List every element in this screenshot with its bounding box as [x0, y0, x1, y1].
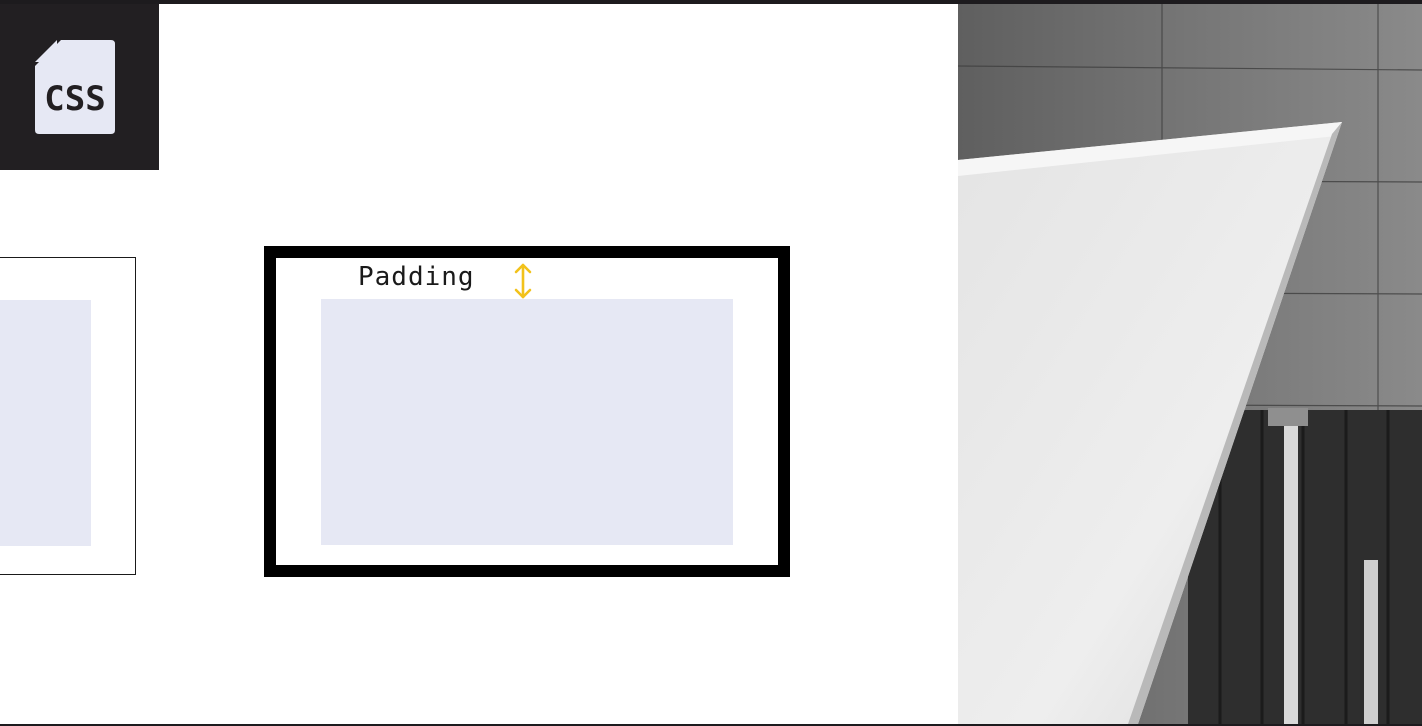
css-logo-tile: CSS	[0, 4, 159, 170]
css-file-icon: CSS	[35, 40, 115, 134]
stage: CSS Padding	[0, 0, 1422, 726]
content-box-left	[0, 257, 136, 575]
content-area-left	[0, 300, 91, 546]
vertical-double-arrow-icon	[514, 263, 532, 299]
content-area	[321, 299, 733, 545]
css-logo-text: CSS	[44, 79, 105, 119]
padding-label: Padding	[358, 262, 475, 292]
building-illustration	[958, 4, 1422, 724]
architecture-photo	[958, 4, 1422, 724]
slide: CSS Padding	[0, 4, 958, 724]
padding-box: Padding	[264, 246, 790, 577]
